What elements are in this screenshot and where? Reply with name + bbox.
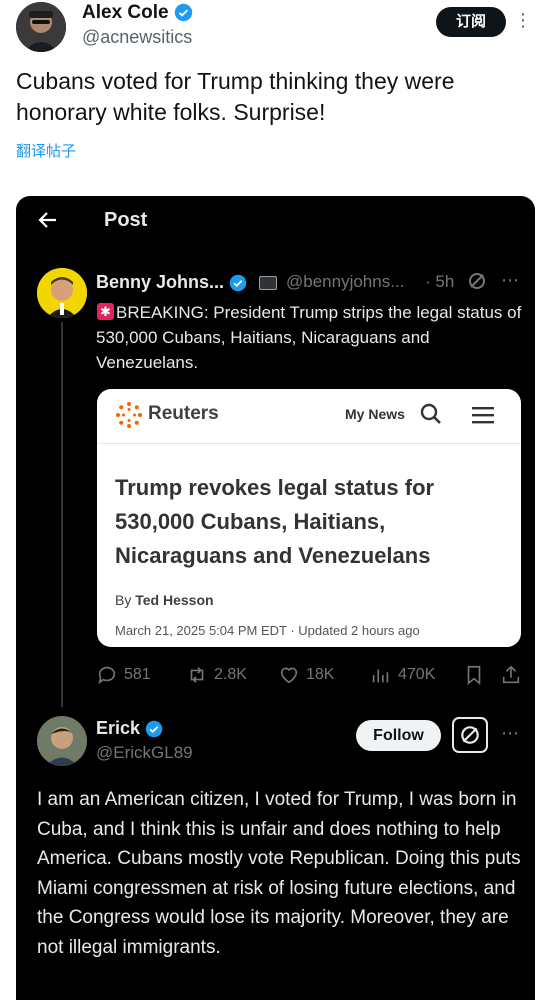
- repost-count: 2.8K: [214, 666, 247, 683]
- heart-icon: [280, 667, 298, 684]
- share-icon: [502, 665, 520, 684]
- reply-action: 581: [96, 664, 151, 686]
- search-icon: [420, 403, 441, 424]
- benny-avatar: [37, 268, 87, 318]
- views-count: 470K: [398, 666, 436, 683]
- like-count: 18K: [306, 666, 335, 683]
- post-header-title: Post: [104, 209, 148, 231]
- views-action: 470K: [370, 664, 435, 686]
- byline-prefix: By: [115, 592, 132, 608]
- avatar-image: [16, 2, 66, 52]
- erick-name: Erick: [96, 718, 163, 739]
- erick-handle: @ErickGL89: [96, 743, 193, 762]
- avatar-image: [37, 268, 87, 318]
- my-news-link: My News: [345, 406, 405, 422]
- author-name[interactable]: Alex Cole: [82, 2, 169, 23]
- grok-icon: [467, 271, 487, 296]
- byline-author: Ted Hesson: [135, 592, 214, 608]
- post-actions-bar: 581 2.8K 18K 470K: [96, 664, 526, 690]
- reply-icon: [98, 666, 116, 685]
- views-chart-icon: [372, 669, 389, 683]
- more-dots-icon: ⋯: [501, 723, 519, 743]
- verified-badge-icon: [174, 4, 193, 22]
- alex-cole-avatar[interactable]: [16, 2, 66, 52]
- thread-line: [61, 322, 63, 707]
- subscribe-button[interactable]: 订阅: [436, 7, 506, 37]
- post-time: · 5h: [425, 272, 455, 291]
- article-byline: By Ted Hesson: [115, 592, 214, 608]
- follow-button: Follow: [356, 720, 441, 751]
- alex-cole-name[interactable]: Alex Cole: [82, 2, 193, 24]
- hamburger-menu-icon: [472, 407, 494, 424]
- reply-post-text: I am an American citizen, I voted for Tr…: [37, 789, 521, 958]
- translate-post-link[interactable]: 翻译帖子: [16, 140, 76, 161]
- verified-badge-icon: [229, 275, 247, 292]
- card-header: Reuters My News: [97, 389, 521, 444]
- benny-name: Benny Johns...: [96, 272, 247, 293]
- article-dateline: March 21, 2025 5:04 PM EDT · Updated 2 h…: [115, 623, 420, 638]
- grok-icon: [452, 717, 488, 753]
- benny-handle: @bennyjohns...: [286, 272, 405, 291]
- reuters-wordmark: Reuters: [148, 403, 219, 424]
- quoted-post-text: BREAKING: President Trump strips the leg…: [96, 303, 522, 372]
- repost-icon: [190, 667, 204, 683]
- back-arrow-icon: [36, 208, 60, 239]
- bookmark-action: [464, 664, 484, 686]
- avatar-image: [37, 716, 87, 766]
- more-dots-icon: ⋯: [501, 270, 519, 290]
- more-dots-icon[interactable]: ⋮: [514, 10, 532, 31]
- author-name: Erick: [96, 718, 141, 738]
- tweet-text: Cubans voted for Trump thinking they wer…: [16, 68, 455, 125]
- alex-cole-handle[interactable]: @acnewsitics: [82, 27, 192, 48]
- like-action: 18K: [278, 664, 334, 686]
- bookmark-icon: [467, 665, 481, 686]
- id-card-icon: [259, 276, 277, 290]
- repost-action: 2.8K: [186, 664, 247, 686]
- erick-avatar: [37, 716, 87, 766]
- share-action: [500, 664, 522, 686]
- reuters-logo-icon: [116, 402, 142, 428]
- verified-badge-icon: [145, 721, 163, 738]
- reuters-link-card: Reuters My News Trump revokes legal stat…: [97, 389, 521, 647]
- author-name: Benny Johns...: [96, 272, 225, 292]
- reply-count: 581: [124, 666, 151, 683]
- article-headline: Trump revokes legal status for 530,000 C…: [115, 475, 435, 568]
